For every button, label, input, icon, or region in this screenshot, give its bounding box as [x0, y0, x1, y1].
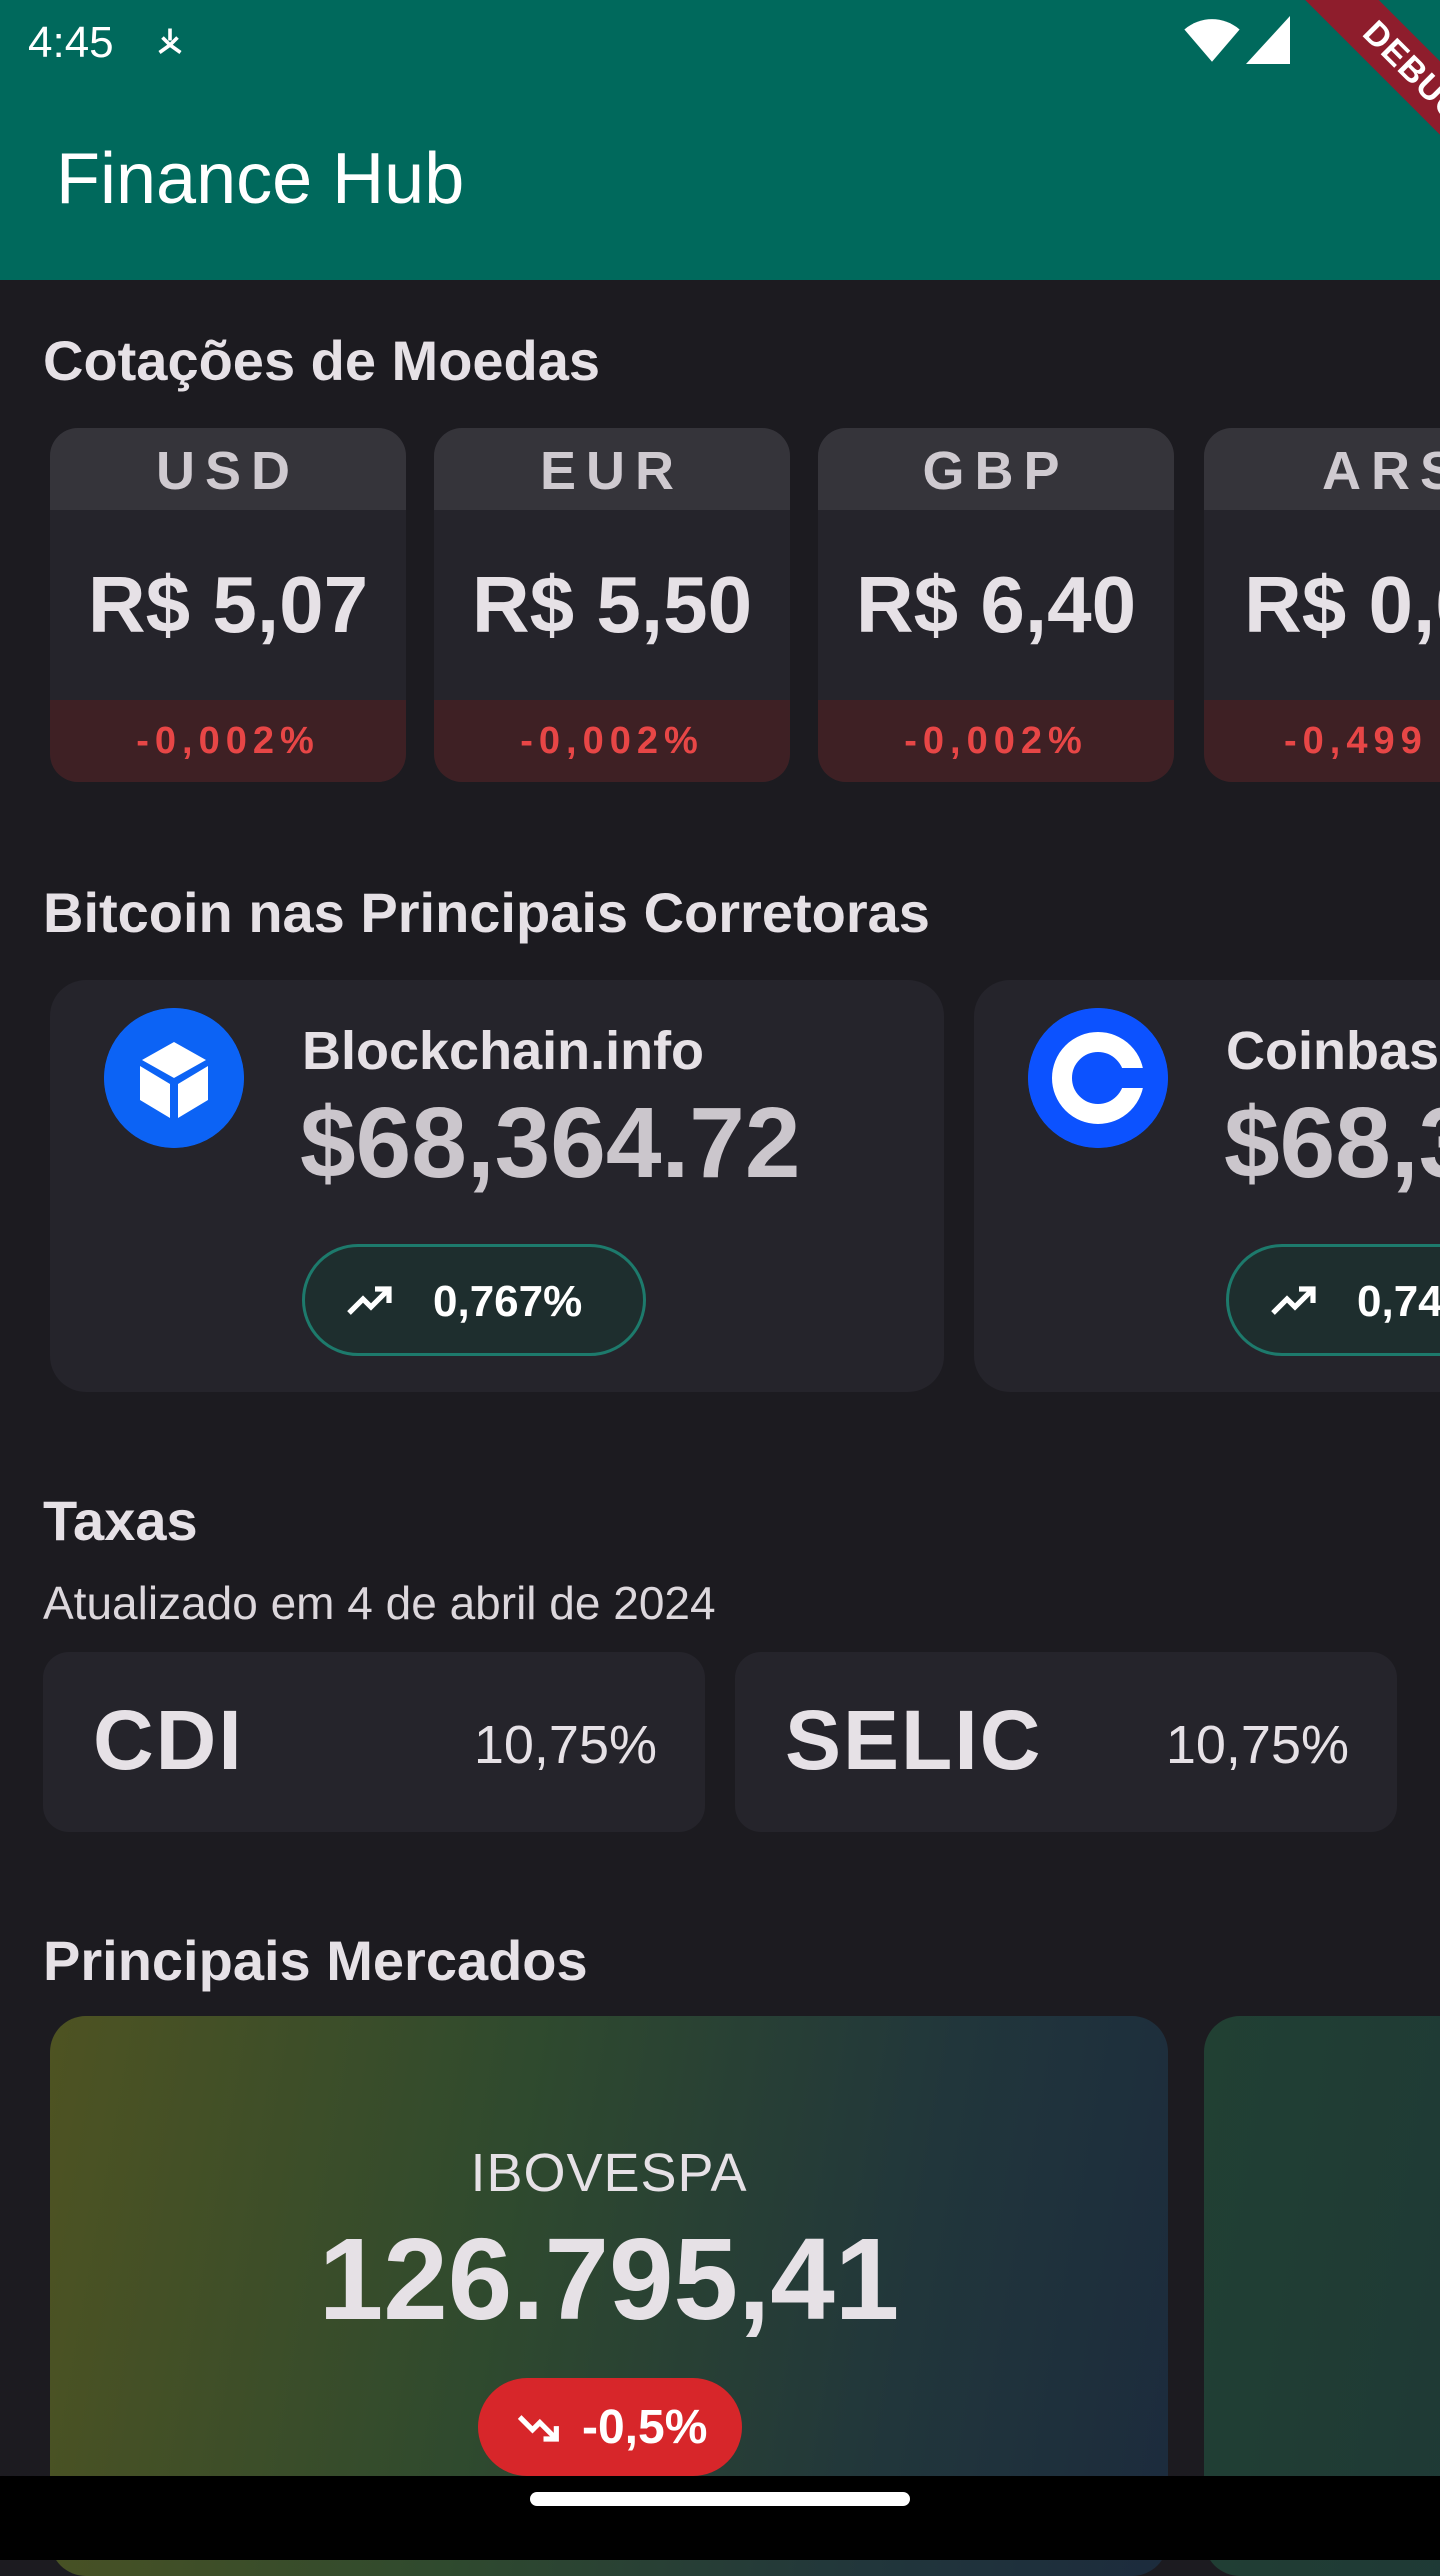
rates-updated-text: Atualizado em 4 de abril de 2024: [43, 1577, 716, 1629]
broker-change-chip: 0,74: [1226, 1244, 1440, 1356]
markets-section-title: Principais Mercados: [43, 1929, 588, 1992]
rates-section-title: Taxas: [43, 1489, 198, 1552]
currency-code: USD: [50, 428, 406, 510]
broker-card-coinbase[interactable]: Coinbas $68,3 0,74: [974, 980, 1440, 1392]
currency-value: R$ 0,0: [1244, 560, 1440, 649]
currency-code: ARS: [1204, 428, 1440, 510]
currency-card-usd[interactable]: USD R$ 5,07 -0,002%: [50, 428, 406, 782]
market-change: -0,5%: [582, 2401, 708, 2454]
trending-up-icon: [347, 1286, 392, 1315]
debug-banner: DEBUG: [1260, 0, 1440, 180]
currency-change: -0,002%: [50, 700, 406, 782]
home-gesture-handle[interactable]: [530, 2492, 910, 2506]
currencies-section-title: Cotações de Moedas: [43, 329, 601, 392]
broker-change-chip: 0,767%: [302, 1244, 646, 1356]
debug-label: DEBUG: [1289, 0, 1440, 180]
broker-change: 0,74: [1357, 1277, 1440, 1326]
download-status-icon: [158, 28, 182, 54]
wifi-icon: [1184, 19, 1240, 62]
currency-change: -0,499: [1204, 700, 1440, 782]
rate-value: 10,75%: [473, 1715, 657, 1775]
rate-name: CDI: [93, 1693, 244, 1787]
rate-name: SELIC: [785, 1693, 1043, 1787]
market-value: 126.795,41: [318, 2214, 900, 2344]
trending-up-icon: [1271, 1286, 1316, 1315]
broker-name: Blockchain.info: [302, 1021, 705, 1081]
currency-code: EUR: [434, 428, 790, 510]
currency-card-ars[interactable]: ARS R$ 0,0 -0,499: [1204, 428, 1440, 782]
currency-value: R$ 5,07: [87, 560, 369, 649]
currency-card-eur[interactable]: EUR R$ 5,50 -0,002%: [434, 428, 790, 782]
rate-card-cdi[interactable]: CDI 10,75%: [43, 1652, 705, 1832]
currency-change: -0,002%: [434, 700, 790, 782]
currency-value: R$ 6,40: [855, 560, 1137, 649]
market-change-chip: -0,5%: [478, 2378, 742, 2476]
currency-code: GBP: [818, 428, 1174, 510]
market-name: IBOVESPA: [470, 2143, 748, 2203]
broker-price: $68,3: [1224, 1087, 1440, 1199]
currency-card-gbp[interactable]: GBP R$ 6,40 -0,002%: [818, 428, 1174, 782]
app-bar: 4:45 DEBUG Finance Hub: [0, 0, 1440, 280]
system-nav-bar: [0, 2476, 1440, 2560]
rate-card-selic[interactable]: SELIC 10,75%: [735, 1652, 1397, 1832]
currency-value: R$ 5,50: [471, 560, 753, 649]
trending-down-icon: [517, 2415, 559, 2442]
coinbase-logo-icon: [1028, 1008, 1168, 1148]
currency-change: -0,002%: [818, 700, 1174, 782]
status-time: 4:45: [28, 18, 114, 67]
rate-value: 10,75%: [1165, 1715, 1349, 1775]
broker-card-blockchain[interactable]: Blockchain.info $68,364.72 0,767%: [50, 980, 944, 1392]
app-title: Finance Hub: [56, 139, 465, 219]
broker-price: $68,364.72: [300, 1087, 801, 1199]
blockchain-logo-icon: [104, 1008, 244, 1148]
broker-change: 0,767%: [433, 1277, 583, 1326]
broker-name: Coinbas: [1226, 1021, 1440, 1081]
bitcoin-section-title: Bitcoin nas Principais Corretoras: [43, 881, 930, 944]
